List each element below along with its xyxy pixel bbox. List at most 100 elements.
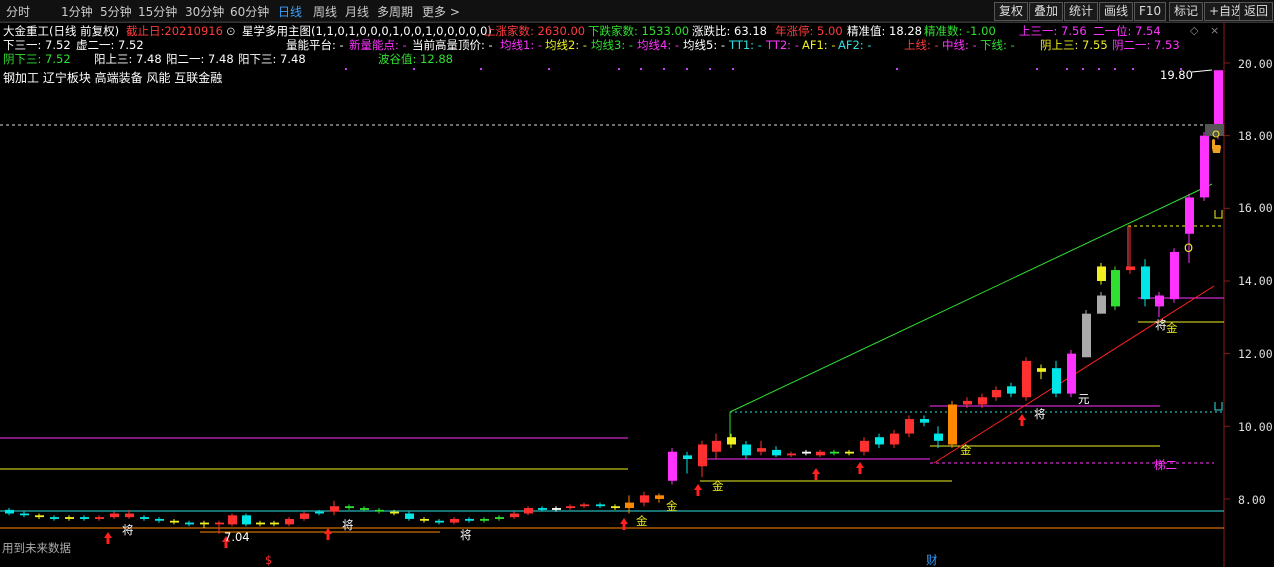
purple-dot — [686, 68, 688, 70]
precise-value: 精准值: 18.28 — [847, 24, 922, 38]
limit-up-count: 年涨停: 5.00 — [775, 24, 843, 38]
candle-body — [757, 448, 766, 452]
down-count: 下跌家数: 1533.00 — [588, 24, 690, 38]
upper-line: 上线: - — [904, 38, 939, 52]
candle-body — [510, 513, 519, 518]
ma2-value: 均线2: - — [545, 38, 587, 52]
candle-body — [787, 453, 796, 456]
candle-body — [1111, 270, 1120, 307]
candle-body — [50, 517, 59, 519]
candle-body — [405, 513, 414, 519]
candle-body — [95, 517, 104, 519]
candle-body — [611, 506, 620, 509]
up-count: 上涨家数: 2630.00 — [484, 24, 586, 38]
candle-body — [1052, 368, 1061, 394]
hand-cursor-icon — [1212, 139, 1221, 153]
platform-value: 量能平台: - — [286, 38, 344, 52]
finance-icon[interactable]: 财 — [926, 553, 938, 567]
af2-value: AF2: - — [838, 38, 872, 52]
candle-body — [1126, 266, 1135, 271]
diamond-icon[interactable]: ◇ — [1190, 24, 1198, 37]
purple-dot — [548, 68, 550, 70]
price-axis-label: 18.00 — [1238, 129, 1273, 143]
indicator-name[interactable]: 星学多用主图(1,1,0,1,0,0,0,1,0,0,1,0,0,0,0,0) — [242, 24, 492, 38]
valley-value: 波谷值: 12.88 — [378, 52, 453, 66]
purple-dot — [345, 68, 347, 70]
candle-body — [450, 518, 459, 523]
purple-dot — [640, 68, 642, 70]
jin-mark: 金 — [960, 443, 972, 457]
candle-body — [315, 511, 324, 514]
chevron-down-icon[interactable]: ⊙ — [226, 24, 236, 38]
candle-body — [905, 419, 914, 434]
candle-body — [580, 504, 589, 507]
close-icon[interactable]: × — [1210, 24, 1219, 37]
jiang-mark: 将 — [342, 518, 354, 532]
buy-arrow-icon — [694, 484, 702, 496]
candle-body — [1185, 197, 1194, 234]
yang-up3-row3: 阳上三: 7.48 — [94, 52, 162, 66]
yang-two1-row3: 阳二一: 7.48 — [166, 52, 234, 66]
purple-dot — [732, 68, 734, 70]
purple-dot — [1132, 68, 1134, 70]
candle-body — [655, 495, 664, 499]
candle-body — [5, 509, 14, 514]
high-price-pointer — [1191, 69, 1213, 73]
jiang-mark: 将 — [460, 528, 472, 542]
up3-value: 上三一: 7.56 — [1019, 24, 1087, 38]
buy-arrow-icon — [856, 462, 864, 474]
high-top-value: 当前高量顶价: - — [412, 38, 493, 52]
purple-dot — [480, 68, 482, 70]
ma4-value: 均线4: - — [637, 38, 679, 52]
candle-body — [242, 515, 251, 525]
candle-body — [596, 504, 605, 507]
tt2-value: TT2: - — [766, 38, 799, 52]
candle-body — [668, 451, 677, 481]
candle-body — [270, 522, 279, 525]
candle-body — [170, 520, 179, 523]
candle-body — [524, 508, 533, 514]
candle-body — [1141, 266, 1150, 300]
yang-up3-value: 阴上三: 7.55 — [1040, 38, 1108, 52]
candle-body — [1007, 386, 1016, 394]
up-down-ratio: 涨跌比: 63.18 — [692, 24, 767, 38]
candle-body — [816, 451, 825, 456]
yin-two1-value: 阴二一: 7.53 — [1112, 38, 1180, 52]
candle-body — [552, 508, 561, 510]
candle-body — [920, 419, 929, 423]
lower-line: 下线: - — [980, 38, 1015, 52]
candle-body — [495, 517, 504, 519]
candle-body — [772, 449, 781, 456]
purple-dot — [896, 68, 898, 70]
purple-dot — [663, 68, 665, 70]
candle-body — [1097, 266, 1106, 281]
candle-body — [860, 440, 869, 452]
candle-body — [140, 517, 149, 519]
ma3-value: 均线3: - — [591, 38, 633, 52]
buy-arrow-icon — [104, 532, 112, 544]
price-axis-label: 14.00 — [1238, 274, 1273, 288]
cutoff-date: 截止日:20210916 — [126, 24, 223, 38]
candle-body — [256, 522, 265, 525]
buy-arrow-icon — [1018, 414, 1026, 426]
low-price-label: 7.04 — [224, 530, 250, 544]
purple-dot — [413, 68, 415, 70]
candle-body — [1022, 360, 1031, 398]
candle-body — [1097, 295, 1106, 314]
middle-line: 中线: - — [942, 38, 977, 52]
purple-dot — [1114, 68, 1116, 70]
candle-body — [1037, 368, 1046, 372]
jin-mark: 金 — [712, 479, 724, 493]
candle-body — [1170, 251, 1179, 300]
o-mark: O — [1184, 241, 1194, 255]
af1-value: AF1: - — [802, 38, 836, 52]
price-axis-label: 12.00 — [1238, 347, 1273, 361]
sector-tags: 钢加工 辽宁板块 高端装备 风能 互联金融 — [3, 71, 223, 85]
candle-body — [890, 433, 899, 445]
kline-chart[interactable] — [0, 0, 1274, 567]
candle-body — [640, 495, 649, 503]
candle-body — [110, 513, 119, 518]
stock-title: 大金重工(日线 前复权) — [3, 24, 120, 38]
candle-body — [742, 444, 751, 456]
candle-body — [727, 437, 736, 445]
